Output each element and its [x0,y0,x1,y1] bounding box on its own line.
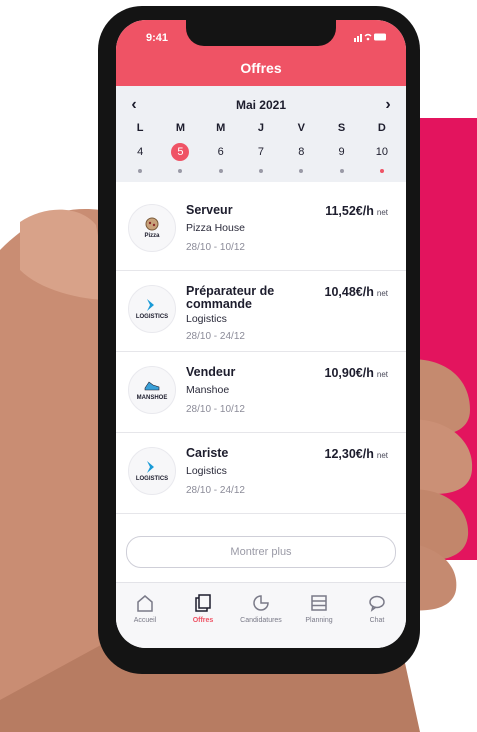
offer-card[interactable]: LOGISTICS Cariste Logistics 28/10 - 24/1… [116,433,406,514]
phone-screen: 9:41 Offres ‹ Mai 2021 › L M M J V S D 4 [116,20,406,648]
tab-label: Candidatures [240,617,282,624]
weekday-label: M [216,122,226,134]
day-dot [138,169,143,173]
offer-rate: 11,52€/h net [325,204,388,218]
bottom-tab-bar: Accueil Offres Candidatures Planning Cha… [116,582,406,648]
offer-rate: 10,90€/h net [324,366,388,380]
calendar-day[interactable]: 8 [292,143,310,161]
phone-notch [186,20,336,46]
offer-job-title: Serveur [186,203,233,217]
tab-label: Offres [192,617,214,624]
shoe-icon [144,381,160,391]
tab-label: Accueil [133,617,157,624]
pizza-icon [145,217,159,231]
day-dot-row [120,164,402,176]
week-calendar: ‹ Mai 2021 › L M M J V S D 4 5 6 7 8 9 1… [116,86,406,182]
pizza-house-logo: Pizza [128,204,176,252]
tab-chat[interactable]: Chat [348,583,406,648]
calendar-day-selected[interactable]: 5 [171,143,190,161]
battery-icon [354,33,386,42]
tab-home[interactable]: Accueil [116,583,174,648]
offer-card[interactable]: Pizza Serveur Pizza House 28/10 - 10/12 … [116,190,406,271]
planning-icon [311,595,327,611]
calendar-month: Mai 2021 [235,98,287,112]
tab-applications[interactable]: Candidatures [232,583,290,648]
tab-offers[interactable]: Offres [174,583,232,648]
offer-card[interactable]: MANSHOE Vendeur Manshoe 28/10 - 10/12 10… [116,352,406,433]
weekday-label: L [136,122,144,134]
calendar-day[interactable]: 9 [333,143,351,161]
next-week-chevron-icon[interactable]: › [378,96,398,114]
offer-dates: 28/10 - 24/12 [186,485,245,496]
manshoe-logo: MANSHOE [128,366,176,414]
day-dot-today [379,169,384,173]
day-row: 4 5 6 7 8 9 10 [120,143,402,161]
logistics-logo: LOGISTICS [128,447,176,495]
calendar-day[interactable]: 7 [252,143,270,161]
weekday-label: D [377,122,386,134]
weekday-row: L M M J V S D [120,122,402,134]
day-dot [218,169,223,173]
weekday-label: V [297,122,305,134]
offer-dates: 28/10 - 10/12 [186,404,245,415]
offer-company: Manshoe [186,384,230,396]
logistics-chevron-icon [147,461,154,473]
day-dot [258,169,263,173]
offer-company: Logistics [186,313,227,325]
offer-dates: 28/10 - 24/12 [186,331,245,342]
offer-job-title: Cariste [186,446,229,460]
offer-list: Pizza Serveur Pizza House 28/10 - 10/12 … [116,190,406,514]
weekday-label: M [175,122,185,134]
tab-label: Chat [369,617,385,624]
offer-card[interactable]: LOGISTICS Préparateur de commande Logist… [116,271,406,352]
offer-company: Logistics [186,465,227,477]
page-title: Offres [240,60,282,76]
tab-planning[interactable]: Planning [290,583,348,648]
offer-job-title: Préparateur de commande [186,284,275,311]
calendar-day[interactable]: 4 [131,143,149,161]
day-dot [299,169,304,173]
weekday-label: S [337,122,346,134]
offer-rate: 12,30€/h net [324,447,388,461]
tab-label: Planning [305,617,333,624]
offer-rate: 10,48€/h net [324,285,388,299]
applications-icon [253,595,269,611]
logistics-logo: LOGISTICS [128,285,176,333]
home-icon [137,595,153,612]
offer-job-title: Vendeur [186,365,236,379]
status-time: 9:41 [146,32,169,44]
day-dot [178,169,183,173]
calendar-day[interactable]: 6 [212,143,230,161]
weekday-label: J [257,122,265,134]
logistics-chevron-icon [147,299,154,311]
app-header: 9:41 Offres [116,20,406,86]
chat-icon [369,595,385,612]
show-more-button[interactable]: Montrer plus [126,536,396,568]
day-dot [339,169,344,173]
calendar-day[interactable]: 10 [373,143,391,161]
status-icons [354,32,388,45]
offer-company: Pizza House [186,222,245,234]
offers-icon [195,594,211,612]
offer-dates: 28/10 - 10/12 [186,242,245,253]
